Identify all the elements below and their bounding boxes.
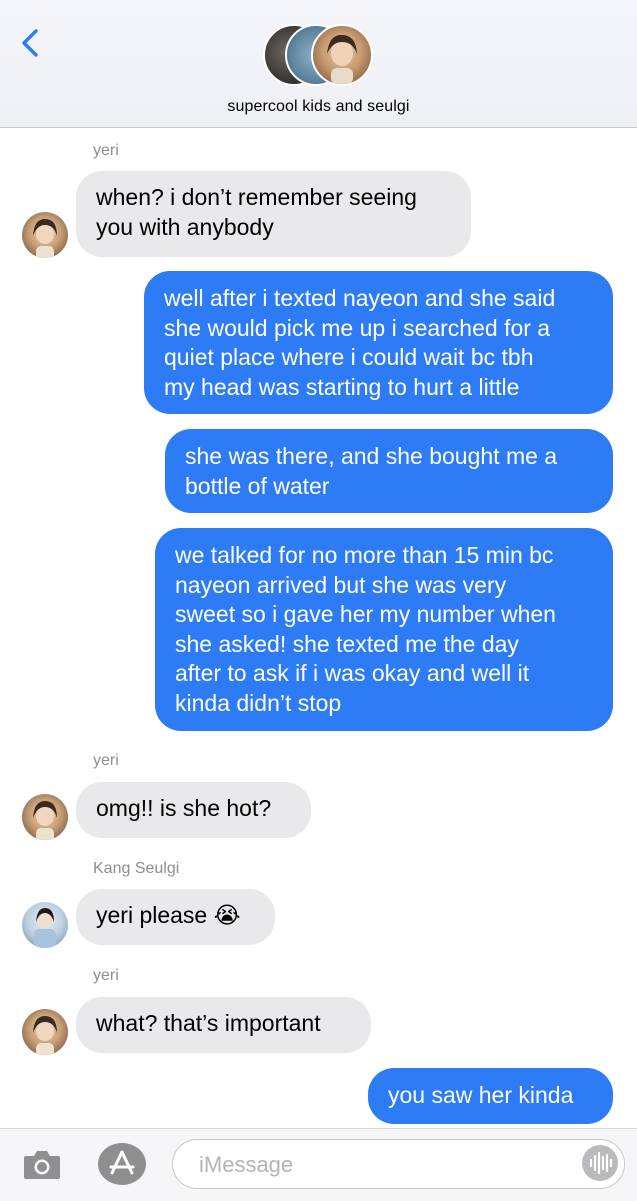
avatar-face-icon bbox=[33, 1016, 57, 1055]
audio-message-button[interactable] bbox=[582, 1145, 618, 1181]
avatar[interactable] bbox=[22, 212, 68, 258]
avatar[interactable] bbox=[22, 902, 68, 948]
avatar-face-icon bbox=[33, 801, 57, 840]
outgoing-message-bubble[interactable]: we talked for no more than 15 min bc nay… bbox=[155, 528, 613, 731]
avatar-face-icon bbox=[34, 908, 56, 948]
sender-label: yeri bbox=[93, 142, 119, 159]
avatar-face-icon bbox=[327, 34, 357, 84]
back-button[interactable] bbox=[16, 26, 46, 60]
app-store-icon bbox=[109, 1150, 135, 1175]
conversation-header: supercool kids and seulgi bbox=[0, 0, 637, 128]
apps-button[interactable] bbox=[98, 1143, 146, 1185]
sender-label: yeri bbox=[93, 752, 119, 769]
sender-label: yeri bbox=[93, 967, 119, 984]
audio-waveform-icon bbox=[589, 1151, 613, 1175]
outgoing-message-bubble[interactable]: well after i texted nayeon and she said … bbox=[144, 271, 613, 414]
conversation-title[interactable]: supercool kids and seulgi bbox=[0, 98, 637, 116]
message-compose-bar: iMessage bbox=[0, 1128, 637, 1201]
chevron-left-icon bbox=[22, 29, 38, 57]
outgoing-message-bubble[interactable]: she was there, and she bought me a bottl… bbox=[165, 429, 613, 513]
incoming-message-bubble[interactable]: omg!! is she hot? bbox=[76, 782, 311, 838]
avatar bbox=[311, 24, 373, 86]
camera-icon bbox=[24, 1151, 60, 1179]
incoming-message-bubble[interactable]: what? that’s important bbox=[76, 997, 371, 1053]
incoming-message-bubble[interactable]: yeri please 😭 bbox=[76, 889, 275, 945]
sender-label: Kang Seulgi bbox=[93, 860, 180, 877]
avatar[interactable] bbox=[22, 794, 68, 840]
group-avatar-stack[interactable] bbox=[263, 24, 375, 88]
camera-button[interactable] bbox=[22, 1147, 62, 1181]
avatar[interactable] bbox=[22, 1009, 68, 1055]
avatar-face-icon bbox=[33, 219, 57, 258]
message-input-placeholder: iMessage bbox=[199, 1152, 294, 1177]
message-input[interactable]: iMessage bbox=[172, 1139, 625, 1189]
incoming-message-bubble[interactable]: when? i don’t remember seeing you with a… bbox=[76, 171, 471, 257]
outgoing-message-bubble[interactable]: you saw her kinda bbox=[368, 1068, 613, 1124]
